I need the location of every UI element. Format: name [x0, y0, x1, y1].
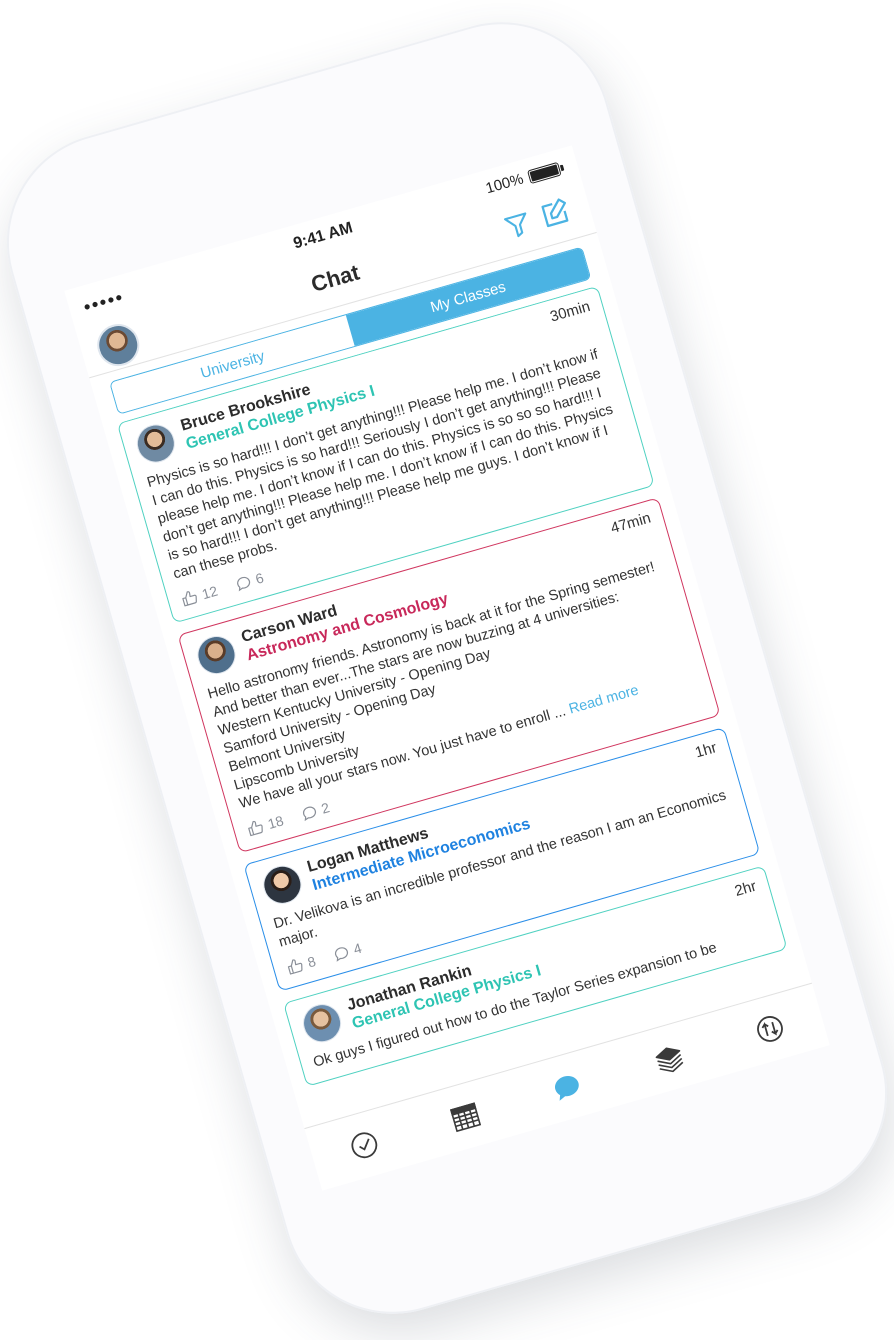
comment-count: 6	[253, 569, 266, 587]
tab-tasks[interactable]	[339, 1121, 388, 1170]
comment-button[interactable]: 4	[330, 939, 364, 965]
tab-chat[interactable]	[542, 1062, 591, 1111]
like-button[interactable]: 18	[245, 811, 286, 839]
comment-count: 2	[319, 799, 332, 817]
like-button[interactable]: 8	[284, 952, 318, 978]
like-button[interactable]: 12	[179, 582, 220, 610]
chat-feed[interactable]: 30min Bruce Brookshire General College P…	[103, 282, 812, 1129]
tab-library[interactable]	[644, 1033, 693, 1082]
thumbs-up-icon	[182, 591, 197, 607]
thumbs-up-icon	[248, 820, 263, 837]
avatar[interactable]	[298, 999, 346, 1047]
comment-button[interactable]: 6	[232, 568, 266, 594]
thumbs-up-icon	[287, 959, 303, 975]
check-icon	[351, 1132, 378, 1159]
avatar[interactable]	[192, 631, 240, 679]
tab-calendar[interactable]	[441, 1091, 490, 1140]
comment-button[interactable]: 2	[298, 798, 332, 824]
comment-icon	[236, 576, 250, 592]
sort-icon	[757, 1016, 784, 1042]
like-count: 12	[200, 582, 220, 603]
like-count: 8	[305, 952, 318, 971]
calendar-icon	[450, 1102, 482, 1133]
comment-icon	[334, 947, 348, 962]
like-count: 18	[265, 812, 286, 833]
tab-sort[interactable]	[745, 1004, 794, 1053]
books-icon	[655, 1047, 683, 1073]
comment-count: 4	[351, 939, 364, 958]
chat-icon	[555, 1076, 579, 1101]
battery-icon	[526, 161, 562, 184]
app-screen: ●●●●● 9:41 AM 100% Chat University My Cl…	[64, 145, 830, 1191]
avatar[interactable]	[258, 861, 306, 909]
avatar[interactable]	[132, 420, 180, 468]
comment-icon	[302, 806, 316, 822]
